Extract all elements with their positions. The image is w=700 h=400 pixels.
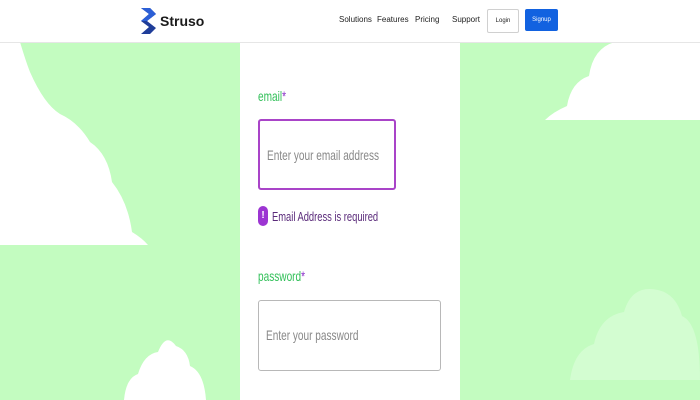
email-label: email* [258, 88, 286, 104]
page-background: Struso Solutions Features Pricing Suppor… [0, 0, 700, 400]
login-button[interactable]: Login [487, 9, 519, 33]
password-required-marker: * [301, 268, 306, 284]
error-alert-icon: ! [258, 206, 268, 226]
brand-logo[interactable]: Struso [141, 8, 204, 34]
password-placeholder: Enter your password [266, 327, 359, 343]
struso-logo-icon [141, 8, 156, 34]
nav-link-support[interactable]: Support [452, 15, 480, 24]
email-label-text: email [258, 88, 283, 104]
top-navigation-bar: Struso Solutions Features Pricing Suppor… [0, 0, 700, 43]
nav-link-solutions[interactable]: Solutions [339, 15, 372, 24]
cloud-left-large [0, 42, 148, 245]
nav-link-pricing[interactable]: Pricing [415, 15, 439, 24]
cloud-bottom-left [124, 340, 206, 400]
email-field[interactable]: Enter your email address [258, 119, 396, 190]
cloud-right-faint [570, 288, 700, 380]
email-placeholder: Enter your email address [267, 147, 380, 163]
brand-name: Struso [160, 13, 205, 29]
email-error-message: ! Email Address is required [258, 205, 419, 227]
nav-link-features[interactable]: Features [377, 15, 409, 24]
email-error-text: Email Address is required [272, 208, 379, 224]
password-field[interactable]: Enter your password [258, 300, 441, 371]
password-label-text: password [258, 268, 302, 284]
email-required-marker: * [282, 88, 287, 104]
password-label: password* [258, 268, 305, 284]
signup-button[interactable]: Signup [525, 9, 558, 31]
cloud-right-top [545, 42, 700, 120]
